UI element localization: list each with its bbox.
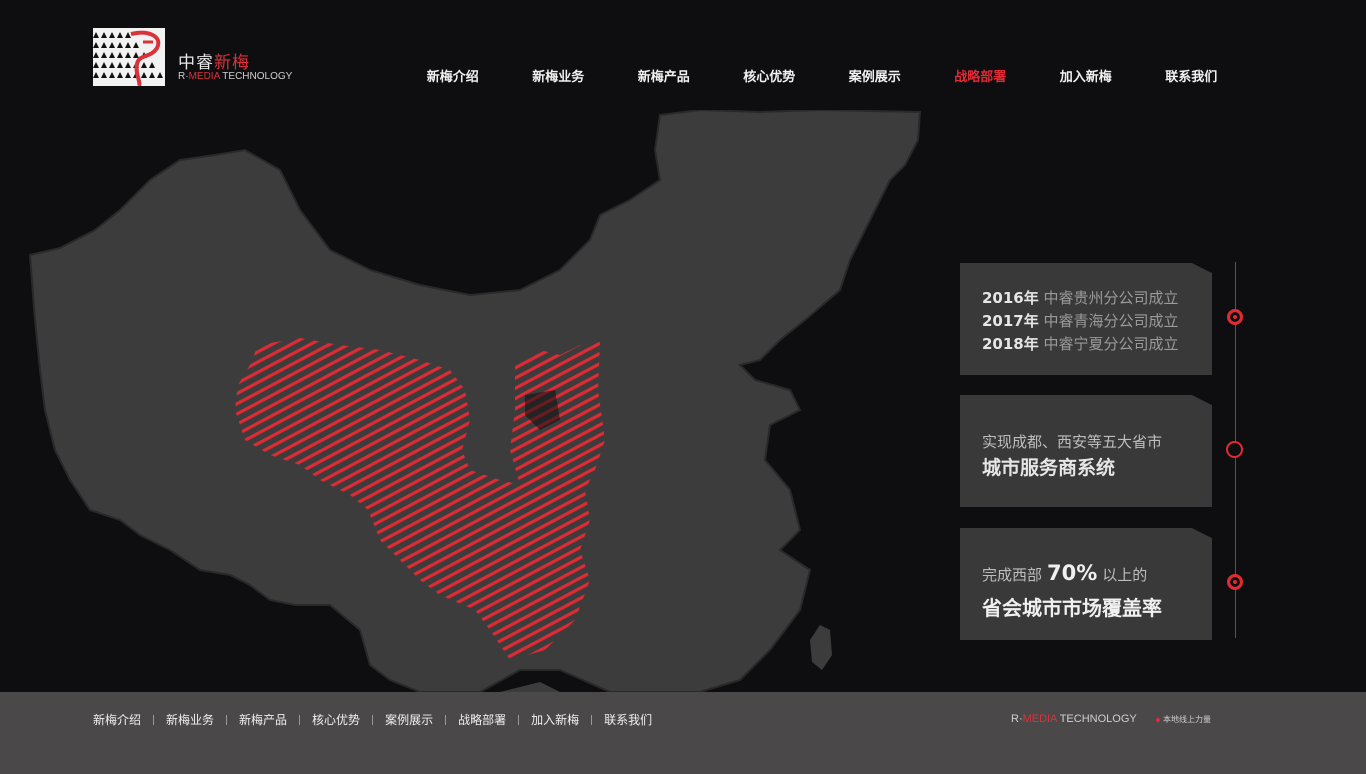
footer-link-products[interactable]: 新梅产品 — [239, 711, 287, 728]
logo-cn-part2: 新梅 — [214, 53, 250, 73]
footer-link-cases[interactable]: 案例展示 — [385, 711, 433, 728]
china-map — [28, 110, 922, 692]
timeline-dot-1[interactable] — [1227, 309, 1243, 325]
footer-link-intro[interactable]: 新梅介绍 — [93, 711, 141, 728]
footer-link-join[interactable]: 加入新梅 — [531, 711, 579, 728]
year-label: 2018年 — [982, 335, 1039, 353]
slogan-dot-icon — [1156, 717, 1160, 722]
coverage-suffix: 以上的 — [1102, 566, 1148, 584]
footer-brand-media: MEDIA — [1022, 713, 1057, 725]
branch-line-2016: 2016年 中睿贵州分公司成立 — [982, 287, 1179, 308]
coverage-line1: 完成西部 70% 以上的 — [982, 561, 1147, 585]
footer-divider — [372, 714, 374, 725]
timeline-dot-2[interactable] — [1226, 441, 1243, 458]
timeline-card-coverage: 完成西部 70% 以上的 省会城市市场覆盖率 — [960, 528, 1212, 640]
footer-link-advantages[interactable]: 核心优势 — [312, 711, 360, 728]
footer-divider — [445, 714, 447, 725]
footer-link-strategy[interactable]: 战略部署 — [458, 711, 506, 728]
timeline-card-service-system: 实现成都、西安等五大省市 城市服务商系统 — [960, 395, 1212, 507]
coverage-line2: 省会城市市场覆盖率 — [982, 596, 1162, 620]
footer-brand-prefix: R· — [1011, 713, 1023, 725]
year-label: 2016年 — [982, 289, 1039, 307]
footer-brand-suffix: TECHNOLOGY — [1056, 713, 1137, 725]
nav-item-strategy[interactable]: 战略部署 — [928, 66, 1034, 86]
main-nav: 新梅介绍 新梅业务 新梅产品 核心优势 案例展示 战略部署 加入新梅 联系我们 — [400, 66, 1244, 86]
nav-item-cases[interactable]: 案例展示 — [822, 66, 928, 86]
footer-divider — [518, 714, 520, 725]
header: 中睿新梅 R·MEDIA TECHNOLOGY 新梅介绍 新梅业务 新梅产品 核… — [0, 0, 1366, 112]
logo-en-suffix: TECHNOLOGY — [219, 71, 293, 82]
logo-mark-icon — [93, 28, 165, 86]
taiwan-island — [810, 625, 832, 670]
year-label: 2017年 — [982, 312, 1039, 330]
logo[interactable]: 中睿新梅 R·MEDIA TECHNOLOGY — [93, 28, 313, 88]
footer: 新梅介绍 新梅业务 新梅产品 核心优势 案例展示 战略部署 加入新梅 联系我们 … — [0, 692, 1366, 774]
branch-text: 中睿宁夏分公司成立 — [1038, 335, 1179, 353]
logo-english-name: R·MEDIA TECHNOLOGY — [178, 71, 292, 82]
logo-cn-part1: 中睿 — [178, 53, 214, 73]
footer-divider — [153, 714, 155, 725]
nav-item-intro[interactable]: 新梅介绍 — [400, 66, 506, 86]
nav-item-join[interactable]: 加入新梅 — [1033, 66, 1139, 86]
branch-text: 中睿青海分公司成立 — [1038, 312, 1179, 330]
coverage-prefix: 完成西部 — [982, 566, 1043, 584]
footer-slogan-text: 本地线上力量 — [1163, 715, 1211, 724]
logo-en-prefix: R· — [178, 71, 189, 82]
footer-link-contact[interactable]: 联系我们 — [604, 711, 652, 728]
footer-nav: 新梅介绍 新梅业务 新梅产品 核心优势 案例展示 战略部署 加入新梅 联系我们 — [93, 711, 652, 728]
branch-text: 中睿贵州分公司成立 — [1038, 289, 1179, 307]
footer-brand: R·MEDIA TECHNOLOGY — [1011, 713, 1137, 725]
logo-en-media: MEDIA — [188, 71, 220, 82]
hainan-island — [500, 682, 560, 692]
nav-item-contact[interactable]: 联系我们 — [1139, 66, 1245, 86]
footer-divider — [591, 714, 593, 725]
logo-chinese-name: 中睿新梅 — [178, 48, 250, 73]
timeline-card-branches: 2016年 中睿贵州分公司成立 2017年 中睿青海分公司成立 2018年 中睿… — [960, 263, 1212, 375]
service-system-line2: 城市服务商系统 — [982, 457, 1116, 479]
nav-item-advantages[interactable]: 核心优势 — [717, 66, 823, 86]
timeline-dot-3[interactable] — [1227, 574, 1243, 590]
footer-divider — [226, 714, 228, 725]
service-system-line1: 实现成都、西安等五大省市 — [982, 433, 1163, 451]
nav-item-business[interactable]: 新梅业务 — [506, 66, 612, 86]
nav-item-products[interactable]: 新梅产品 — [611, 66, 717, 86]
branch-line-2018: 2018年 中睿宁夏分公司成立 — [982, 333, 1179, 354]
footer-divider — [299, 714, 301, 725]
footer-slogan: 本地线上力量 — [1156, 714, 1211, 725]
footer-link-business[interactable]: 新梅业务 — [166, 711, 214, 728]
coverage-percent: 70% — [1047, 561, 1098, 585]
branch-line-2017: 2017年 中睿青海分公司成立 — [982, 310, 1179, 331]
